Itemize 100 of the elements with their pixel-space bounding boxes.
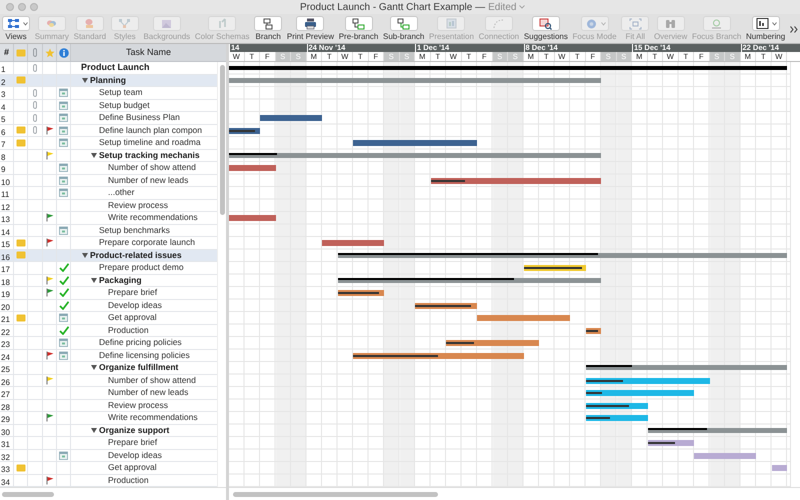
table-row[interactable]: 25 Organize fulfillment <box>0 362 217 374</box>
close-window-icon[interactable] <box>6 3 14 11</box>
horizontal-scrollbar[interactable] <box>233 492 438 496</box>
toolbar-button[interactable]: Suggestions <box>524 16 568 42</box>
task-bar[interactable] <box>586 415 648 421</box>
note-icon[interactable] <box>16 238 26 247</box>
flag-icon[interactable] <box>46 288 54 298</box>
table-row[interactable]: 34 Production <box>0 474 217 487</box>
note-icon[interactable] <box>16 126 26 134</box>
table-row[interactable]: 33 Get approval <box>0 462 217 474</box>
zoom-window-icon[interactable] <box>30 3 38 11</box>
task-bar[interactable] <box>353 352 524 358</box>
summary-bar[interactable] <box>586 365 787 370</box>
toolbar-button[interactable]: Pre-branch <box>338 16 378 42</box>
table-row[interactable]: 9 Number of show attend <box>0 162 217 174</box>
note-icon[interactable] <box>16 464 26 472</box>
table-row[interactable]: 1 Product Launch <box>0 62 217 74</box>
summary-bar[interactable] <box>338 278 601 282</box>
flag-icon[interactable] <box>46 276 54 285</box>
calendar-icon[interactable] <box>59 176 68 185</box>
paperclip-icon[interactable] <box>33 114 37 122</box>
task-bar[interactable] <box>586 378 710 384</box>
task-bar[interactable] <box>586 390 694 396</box>
star-icon[interactable] <box>44 48 54 58</box>
table-row[interactable]: 27 Number of new leads <box>0 387 217 400</box>
note-icon[interactable] <box>16 314 26 322</box>
calendar-icon[interactable] <box>59 313 68 322</box>
calendar-icon[interactable] <box>59 163 68 172</box>
paperclip-icon[interactable] <box>33 64 37 72</box>
calendar-icon[interactable] <box>59 226 68 235</box>
checkmark-icon[interactable] <box>58 326 68 335</box>
table-row[interactable]: 32 Develop ideas <box>0 450 217 462</box>
flag-icon[interactable] <box>46 150 54 160</box>
caret-icon[interactable] <box>519 5 526 9</box>
toolbar-button[interactable]: Views <box>2 16 30 42</box>
flag-icon[interactable] <box>46 350 54 360</box>
task-bar[interactable] <box>229 128 260 134</box>
calendar-icon[interactable] <box>59 450 68 460</box>
table-row[interactable]: 11 ...other <box>0 187 217 200</box>
flag-icon[interactable] <box>46 238 54 248</box>
flag-icon[interactable] <box>46 476 54 485</box>
flag-icon[interactable] <box>46 126 54 135</box>
table-row[interactable]: 14 Setup benchmarks <box>0 224 217 237</box>
minimize-window-icon[interactable] <box>18 3 26 11</box>
task-bar[interactable] <box>586 402 648 408</box>
table-row[interactable]: 4 Setup budget <box>0 100 217 112</box>
disclosure-triangle-icon[interactable] <box>82 252 90 258</box>
task-bar[interactable] <box>430 178 601 184</box>
overflow-chevron-icon[interactable] <box>790 26 798 33</box>
summary-bar[interactable] <box>648 428 787 432</box>
task-bar[interactable] <box>524 265 586 271</box>
task-bar[interactable] <box>415 302 477 308</box>
calendar-icon[interactable] <box>59 126 68 135</box>
summary-bar[interactable] <box>229 152 601 158</box>
table-row[interactable]: 13 Write recommendations <box>0 212 217 224</box>
table-row[interactable]: 16 Product-related issues <box>0 250 217 262</box>
calendar-icon[interactable] <box>59 350 68 360</box>
table-row[interactable]: 19 Prepare brief <box>0 287 217 300</box>
flag-icon[interactable] <box>46 413 54 422</box>
calendar-icon[interactable] <box>59 338 68 348</box>
table-row[interactable]: 3 Setup team <box>0 87 217 100</box>
table-row[interactable]: 2 Planning <box>0 74 217 87</box>
toolbar-button[interactable]: Print Preview <box>286 16 334 42</box>
summary-bar[interactable] <box>338 252 787 258</box>
table-row[interactable]: 21 Get approval <box>0 312 217 324</box>
table-row[interactable]: 10 Number of new leads <box>0 174 217 187</box>
table-row[interactable]: 8 Setup tracking mechanis <box>0 150 217 162</box>
info-icon[interactable] <box>58 48 68 58</box>
horizontal-scrollbar[interactable] <box>2 492 54 496</box>
disclosure-triangle-icon[interactable] <box>91 152 99 158</box>
table-row[interactable]: 20 Develop ideas <box>0 300 217 312</box>
vertical-scrollbar[interactable] <box>220 65 224 215</box>
paperclip-icon[interactable] <box>33 126 37 134</box>
note-icon[interactable] <box>16 138 26 147</box>
table-row[interactable]: 29 Write recommendations <box>0 412 217 424</box>
flag-icon[interactable] <box>46 376 54 385</box>
calendar-icon[interactable] <box>59 100 68 110</box>
table-row[interactable]: 7 Setup timeline and roadma <box>0 137 217 150</box>
table-row[interactable]: 17 Prepare product demo <box>0 262 217 274</box>
disclosure-triangle-icon[interactable] <box>91 365 99 370</box>
table-row[interactable]: 23 Define pricing policies <box>0 337 217 350</box>
toolbar-button[interactable]: Numbering <box>746 16 786 42</box>
paperclip-icon[interactable] <box>33 48 37 57</box>
disclosure-triangle-icon[interactable] <box>82 78 90 83</box>
task-bar[interactable] <box>648 440 694 446</box>
toolbar-button[interactable]: Sub-branch <box>382 16 424 42</box>
calendar-icon[interactable] <box>59 138 68 148</box>
flag-icon[interactable] <box>46 213 54 222</box>
table-row[interactable]: 6 Define launch plan compon <box>0 124 217 137</box>
table-row[interactable]: 30 Organize support <box>0 424 217 437</box>
calendar-icon[interactable] <box>59 88 68 98</box>
table-row[interactable]: 18 Packaging <box>0 274 217 287</box>
toolbar-button[interactable]: Branch <box>254 16 282 42</box>
task-bar[interactable] <box>586 328 601 334</box>
table-row[interactable]: 26 Number of show attend <box>0 374 217 387</box>
disclosure-triangle-icon[interactable] <box>91 278 99 283</box>
calendar-icon[interactable] <box>59 188 68 198</box>
disclosure-triangle-icon[interactable] <box>91 428 99 433</box>
table-row[interactable]: 5 Define Business Plan <box>0 112 217 124</box>
table-row[interactable]: 28 Review process <box>0 400 217 412</box>
